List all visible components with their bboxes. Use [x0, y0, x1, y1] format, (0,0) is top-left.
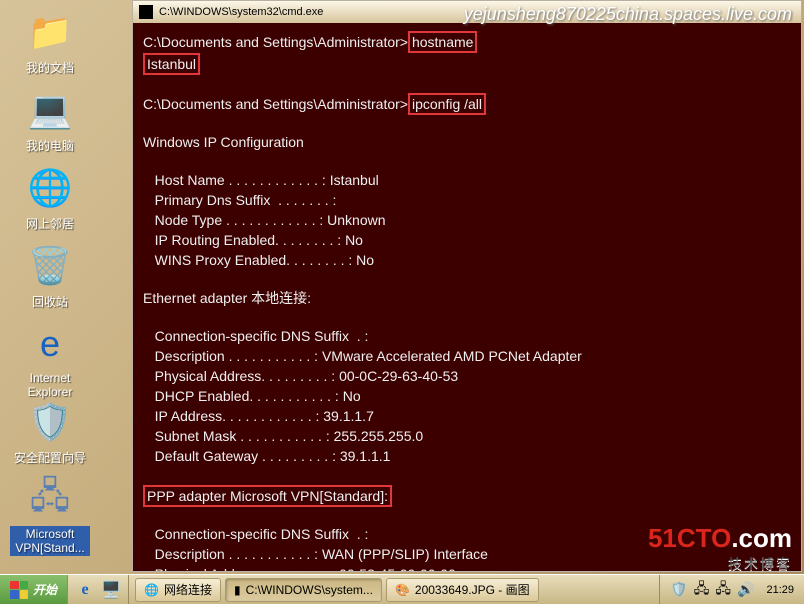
- eth-mask: Subnet Mask . . . . . . . . . . . : 255.…: [143, 428, 423, 444]
- tray-shield-icon[interactable]: 🛡️: [670, 581, 687, 598]
- watermark: yejunsheng870225china.spaces.live.com: [464, 4, 792, 25]
- system-tray: 🛡️ 🖧 🖧 🔊 21:29: [659, 575, 804, 604]
- desktop-glyph-icon: 🖧: [26, 476, 74, 524]
- cmd-hostname: hostname: [408, 31, 477, 53]
- cmd-title-icon: [139, 5, 153, 19]
- tray-clock[interactable]: 21:29: [760, 584, 794, 596]
- task-button-2[interactable]: 🎨 20033649.JPG - 画图: [386, 578, 539, 602]
- desktop-glyph-icon: 🛡️: [26, 398, 74, 446]
- ppp-dns: Connection-specific DNS Suffix . :: [143, 526, 368, 542]
- desktop-icon-label: 网上邻居: [23, 214, 77, 233]
- desktop-icon-label: 我的电脑: [23, 136, 77, 155]
- task-icon: 🌐: [144, 583, 159, 597]
- eth-desc: Description . . . . . . . . . . . : VMwa…: [143, 348, 582, 364]
- desktop-icon-2[interactable]: 🌐 网上邻居: [10, 164, 90, 233]
- cmd-window[interactable]: C:\WINDOWS\system32\cmd.exe C:\Documents…: [132, 0, 802, 572]
- out-hostname: Istanbul: [143, 53, 200, 75]
- section-ppp: PPP adapter Microsoft VPN[Standard]:: [143, 485, 392, 507]
- desktop-glyph-icon: 🌐: [26, 164, 74, 212]
- desktop-glyph-icon: 🗑️: [26, 242, 74, 290]
- desktop-icon-label: Microsoft VPN[Stand...: [10, 526, 90, 556]
- task-icon: 🎨: [395, 583, 410, 597]
- section-ipcfg: Windows IP Configuration: [143, 134, 304, 150]
- desktop-icon-3[interactable]: 🗑️ 回收站: [10, 242, 90, 311]
- cmd-output[interactable]: C:\Documents and Settings\Administrator>…: [133, 23, 801, 571]
- tray-volume-icon[interactable]: 🔊: [737, 581, 754, 598]
- task-button-0[interactable]: 🌐 网络连接: [135, 578, 221, 602]
- ppp-desc: Description . . . . . . . . . . . : WAN …: [143, 546, 488, 562]
- desktop-icon-label: Internet Explorer: [10, 370, 90, 400]
- prompt1: C:\Documents and Settings\Administrator>: [143, 33, 408, 51]
- task-label: 20033649.JPG - 画图: [415, 581, 530, 598]
- task-button-1[interactable]: ▮ C:\WINDOWS\system...: [225, 578, 382, 602]
- eth-mac: Physical Address. . . . . . . . . : 00-0…: [143, 368, 458, 384]
- task-label: 网络连接: [164, 581, 212, 598]
- site-logo: 51CTO.com 技术博客: [648, 523, 792, 574]
- start-label: 开始: [33, 581, 57, 598]
- cmd-title-text: C:\WINDOWS\system32\cmd.exe: [159, 6, 323, 18]
- desktop-icon-6[interactable]: 🖧Microsoft VPN[Stand...: [10, 476, 90, 557]
- windows-flag-icon: [10, 581, 28, 599]
- ll-pds: Primary Dns Suffix . . . . . . . :: [143, 192, 336, 208]
- ll-wins: WINS Proxy Enabled. . . . . . . . : No: [143, 252, 374, 268]
- task-buttons: 🌐 网络连接 ▮ C:\WINDOWS\system... 🎨 20033649.JPG …: [129, 575, 659, 604]
- desktop-icon-1[interactable]: 💻 我的电脑: [10, 86, 90, 155]
- desktop-icon-4[interactable]: еInternet Explorer: [10, 320, 90, 401]
- desktop-glyph-icon: 📁: [26, 8, 74, 56]
- quick-launch: e 🖥️: [68, 575, 129, 604]
- ll-host: Host Name . . . . . . . . . . . . : Ista…: [143, 172, 379, 188]
- ll-ipr: IP Routing Enabled. . . . . . . . : No: [143, 232, 363, 248]
- desktop-glyph-icon: 💻: [26, 86, 74, 134]
- desktop-icon-label: 回收站: [29, 292, 71, 311]
- section-eth: Ethernet adapter 本地连接:: [143, 290, 311, 306]
- desktop-icon-5[interactable]: 🛡️ 安全配置向导: [10, 398, 90, 467]
- desktop-glyph-icon: е: [26, 320, 74, 368]
- cmd-ipconfig: ipconfig /all: [408, 93, 486, 115]
- eth-gw: Default Gateway . . . . . . . . . : 39.1…: [143, 448, 390, 464]
- start-button[interactable]: 开始: [0, 575, 68, 604]
- tray-network2-icon[interactable]: 🖧: [715, 578, 731, 602]
- task-label: C:\WINDOWS\system...: [246, 583, 373, 597]
- eth-dns: Connection-specific DNS Suffix . :: [143, 328, 368, 344]
- desktop-icon-label: 安全配置向导: [11, 448, 89, 467]
- ie-quick-icon[interactable]: e: [74, 579, 96, 601]
- taskbar: 开始 e 🖥️ 🌐 网络连接 ▮ C:\WINDOWS\system... 🎨 20033…: [0, 574, 804, 604]
- prompt2: C:\Documents and Settings\Administrator>: [143, 95, 408, 113]
- tray-network-icon[interactable]: 🖧: [694, 578, 710, 602]
- desktop-icon-label: 我的文档: [23, 58, 77, 77]
- ppp-mac: Physical Address. . . . . . . . . : 00-5…: [143, 566, 456, 571]
- eth-dhcp: DHCP Enabled. . . . . . . . . . . : No: [143, 388, 361, 404]
- eth-ip: IP Address. . . . . . . . . . . . : 39.1…: [143, 408, 374, 424]
- desktop-quick-icon[interactable]: 🖥️: [100, 579, 122, 601]
- desktop-icon-0[interactable]: 📁 我的文档: [10, 8, 90, 77]
- task-icon: ▮: [234, 583, 241, 597]
- ll-node: Node Type . . . . . . . . . . . . : Unkn…: [143, 212, 386, 228]
